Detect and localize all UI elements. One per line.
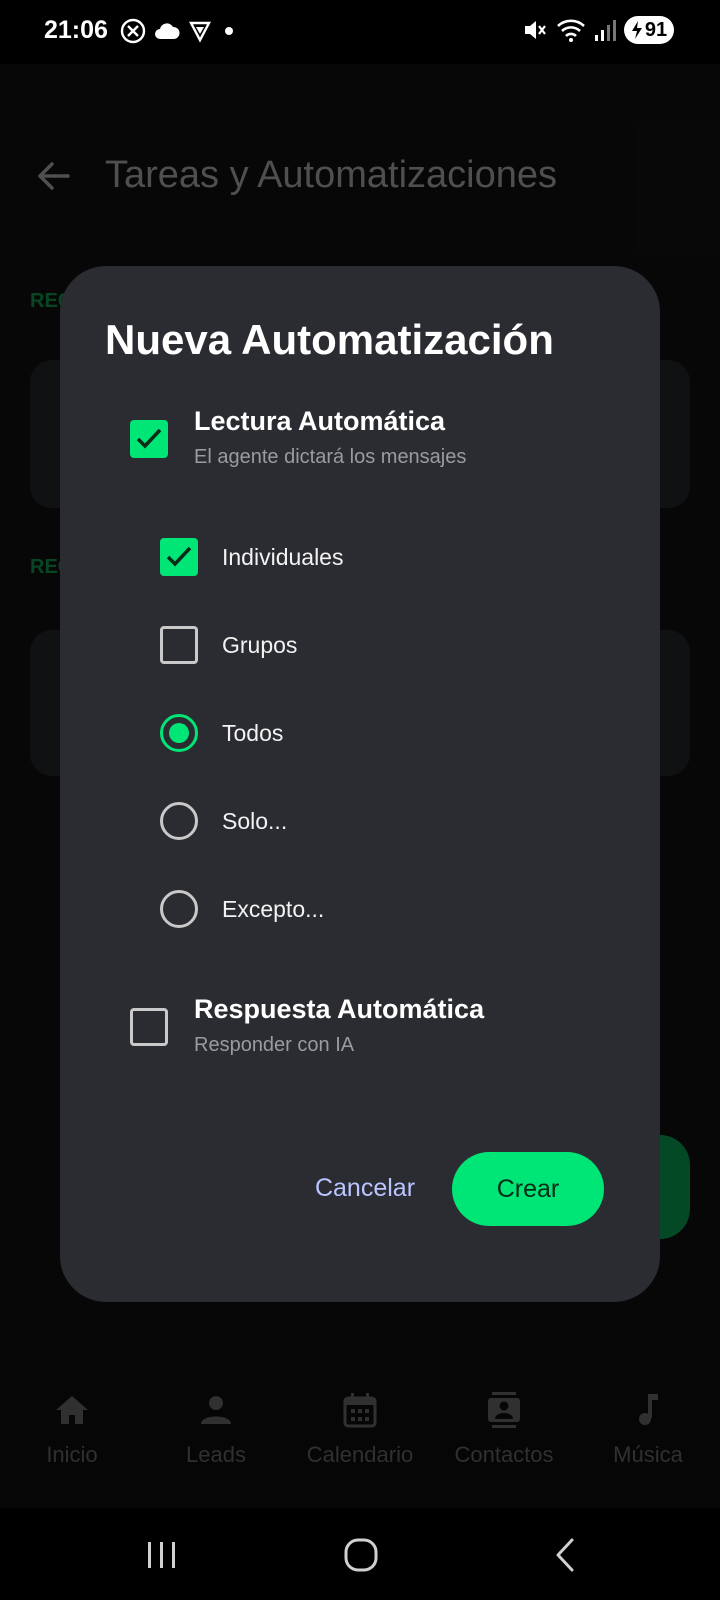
radio-excepto-label: Excepto... (222, 896, 325, 922)
auto-reply-sublabel: Responder con IA (194, 1034, 355, 1056)
dot-icon (225, 27, 233, 35)
dialog-title: Nueva Automatización (105, 316, 554, 363)
radio-todos-label: Todos (222, 720, 284, 746)
auto-read-checkbox[interactable] (130, 420, 168, 458)
radio-excepto[interactable] (160, 890, 198, 928)
auto-reply-checkbox[interactable] (130, 1008, 168, 1046)
battery-level: 91 (644, 18, 668, 41)
individuales-checkbox[interactable] (160, 538, 198, 576)
auto-read-label: Lectura Automática (194, 406, 446, 436)
check-icon (166, 546, 192, 567)
system-navigation-bar (0, 1508, 720, 1600)
auto-reply-label: Respuesta Automática (194, 994, 485, 1024)
radio-solo[interactable] (160, 802, 198, 840)
recent-apps-icon[interactable] (136, 1530, 186, 1580)
x-circle-icon (120, 18, 146, 44)
signal-icon (595, 20, 616, 41)
grupos-checkbox[interactable] (160, 626, 198, 664)
create-button[interactable]: Crear (452, 1152, 604, 1226)
check-icon (136, 428, 162, 449)
new-automation-dialog: Nueva Automatización Lectura Automática … (60, 266, 660, 1302)
status-right-icons: 91 (522, 16, 674, 44)
back-button-icon[interactable] (540, 1530, 590, 1580)
status-time: 21:06 (44, 16, 108, 44)
cloud-icon (155, 23, 180, 39)
mute-icon (525, 21, 546, 39)
radio-solo-label: Solo... (222, 808, 288, 834)
cancel-button[interactable]: Cancelar (295, 1156, 435, 1220)
battery-charging-icon: 91 (624, 16, 674, 44)
status-left-icons (120, 18, 238, 44)
grupos-label: Grupos (222, 632, 298, 658)
home-button-icon[interactable] (336, 1530, 386, 1580)
shield-icon (189, 21, 211, 43)
individuales-label: Individuales (222, 544, 344, 570)
status-bar: 21:06 91 (0, 0, 720, 64)
wifi-icon (557, 19, 585, 42)
radio-todos[interactable] (160, 714, 198, 752)
auto-read-sublabel: El agente dictará los mensajes (194, 446, 467, 468)
